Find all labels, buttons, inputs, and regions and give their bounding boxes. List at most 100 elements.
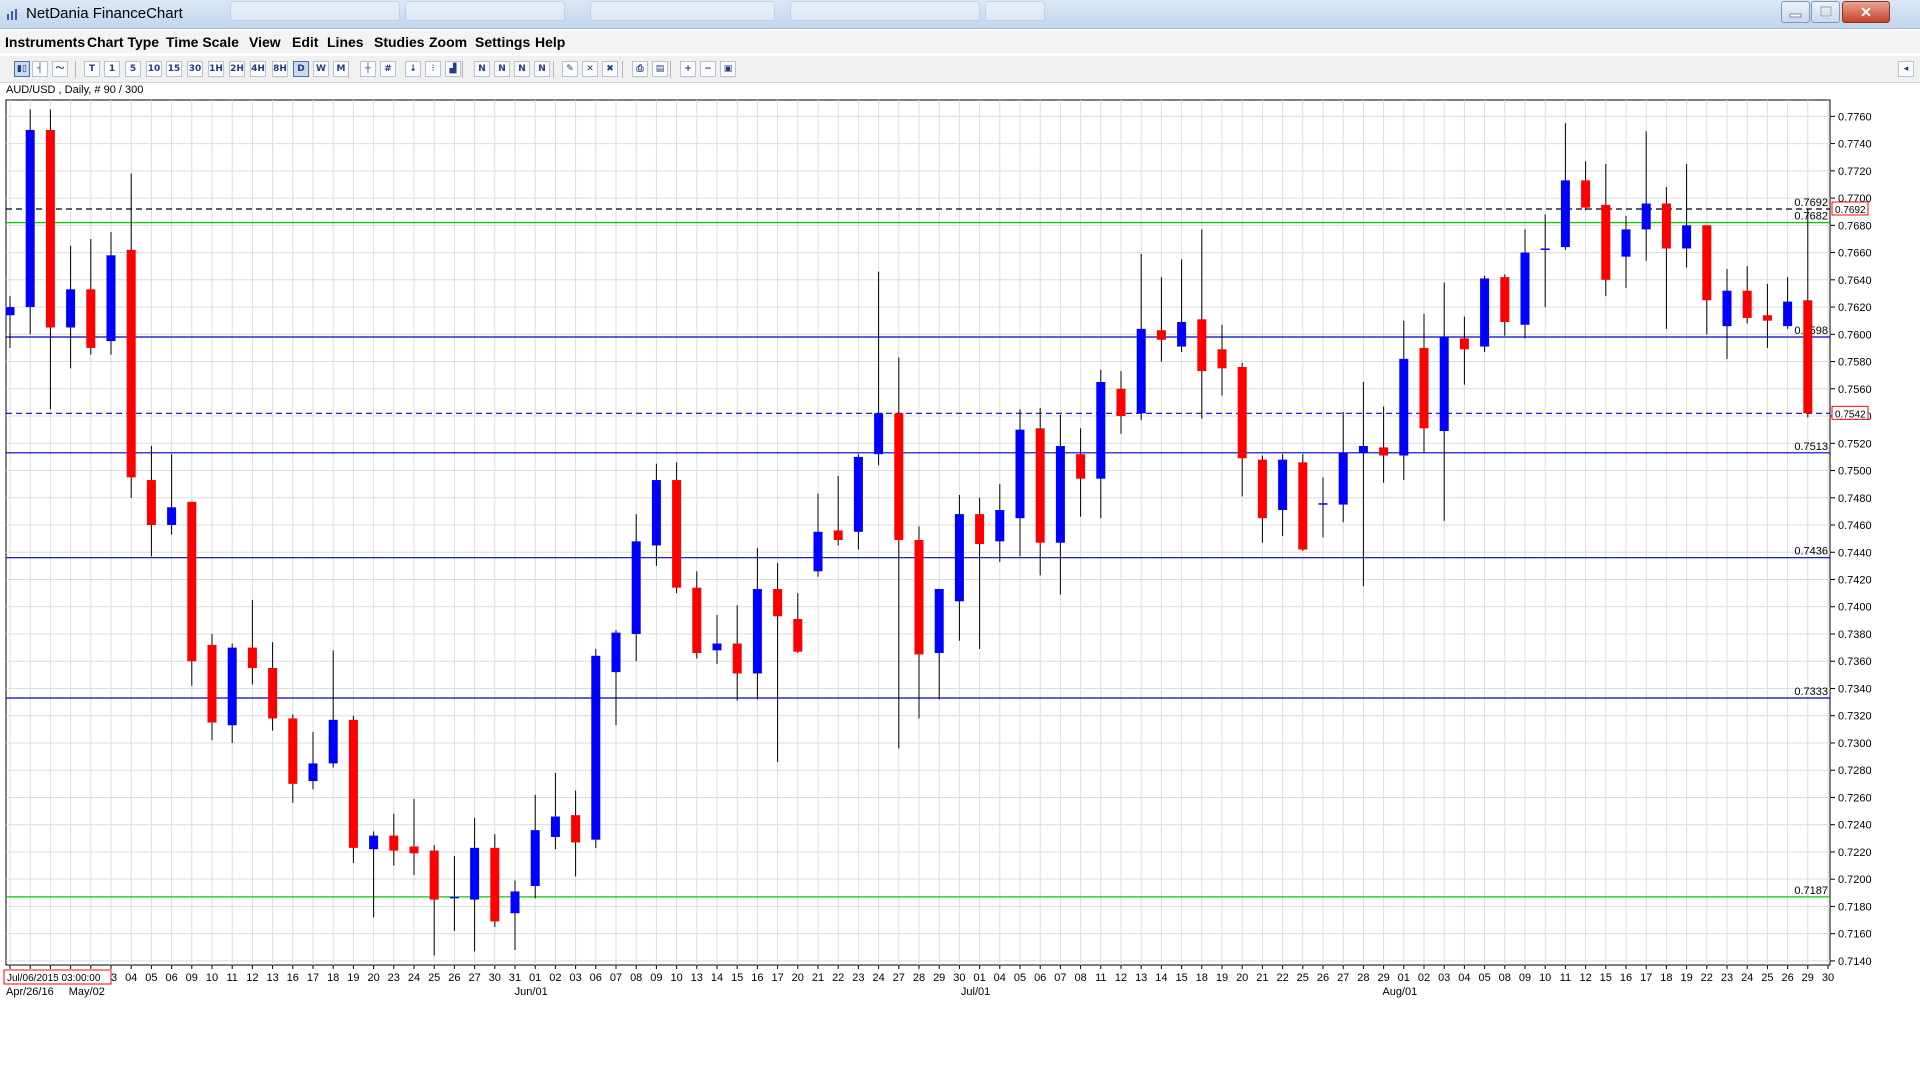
x-tick-label: 13 [691,972,703,984]
candle-down [1803,300,1813,414]
x-tick-label: 24 [408,972,420,984]
x-tick-label: 03 [1438,972,1450,984]
x-tick-label: 22 [1701,972,1713,984]
x-tick-label: 11 [1560,972,1571,984]
candle-up [1621,229,1631,257]
candle-down [1500,277,1510,323]
candle-down [833,530,843,540]
y-tick-label: 0.7660 [1838,248,1872,260]
x-tick-label: 04 [1458,972,1470,984]
candle-down [1742,290,1752,318]
candle-up [1136,328,1146,414]
candle-up [470,847,480,900]
candle-down [571,815,581,843]
y-tick-label: 0.7640 [1838,275,1872,287]
candle-down [490,847,500,922]
x-tick-label: 08 [630,972,642,984]
candle-down [86,289,96,348]
level-label: 0.7436 [1794,546,1828,558]
x-tick-label: 19 [347,972,359,984]
x-tick-label: 19 [1680,972,1692,984]
candle-down [975,514,985,545]
x-tick-label: 09 [1519,972,1531,984]
x-tick-label: 04 [125,972,137,984]
candle-up [1439,337,1449,432]
candle-down [1661,203,1671,249]
price-tag-label: 0.7692 [1835,205,1866,216]
y-tick-label: 0.7260 [1838,792,1872,804]
candle-up [1480,278,1490,347]
level-label: 0.7682 [1794,211,1828,223]
candle-down [1459,338,1469,350]
candle-up [1278,459,1288,511]
level-label: 0.7692 [1794,197,1828,209]
x-tick-label: 15 [1175,972,1187,984]
y-tick-label: 0.7720 [1838,166,1872,178]
y-tick-label: 0.7360 [1838,656,1872,668]
x-month-label: Jun/01 [515,986,548,998]
candle-down [692,587,702,654]
x-tick-label: 19 [1216,972,1228,984]
candle-down [409,846,419,854]
x-tick-label: 06 [1034,972,1046,984]
candle-down [1076,454,1086,479]
candle-down [1197,319,1207,372]
candle-up [1560,180,1570,248]
x-tick-label: 03 [569,972,581,984]
candle-down [1601,204,1611,280]
x-tick-label: 26 [1317,972,1329,984]
candle-up [1783,301,1793,327]
x-tick-label: 11 [226,972,237,984]
x-tick-label: 07 [1054,972,1066,984]
candle-down [1702,225,1712,301]
candle-down [126,249,136,478]
candle-up [308,763,318,782]
x-tick-label: 02 [1418,972,1430,984]
candle-down [45,129,55,328]
x-tick-label: 27 [893,972,905,984]
x-tick-label: 17 [771,972,783,984]
x-tick-label: 01 [529,972,541,984]
x-tick-label: 10 [206,972,218,984]
y-tick-label: 0.7740 [1838,139,1872,151]
candle-down [389,835,399,851]
candle-up [995,510,1005,542]
x-tick-label: 01 [1398,972,1410,984]
y-tick-label: 0.7500 [1838,466,1872,478]
candle-down [1035,428,1045,543]
x-tick-label: 15 [731,972,743,984]
candle-down [1237,366,1247,459]
candle-up [5,307,15,316]
x-tick-label: 26 [448,972,460,984]
x-tick-label: 13 [266,972,278,984]
y-tick-label: 0.7520 [1838,438,1872,450]
y-tick-label: 0.7300 [1838,738,1872,750]
y-tick-label: 0.7600 [1838,329,1872,341]
candle-up [550,816,560,837]
x-tick-label: 29 [1377,972,1389,984]
y-tick-label: 0.7580 [1838,357,1872,369]
plot-area[interactable] [5,99,1831,966]
y-tick-label: 0.7180 [1838,901,1872,913]
x-tick-label: 20 [792,972,804,984]
x-tick-label: 23 [1721,972,1733,984]
price-chart[interactable]: 0.77600.77400.77200.77000.76800.76600.76… [0,0,1920,1080]
candle-up [1722,290,1732,327]
x-tick-label: 02 [549,972,561,984]
candle-down [429,850,439,900]
x-tick-label: 28 [913,972,925,984]
x-tick-label: 23 [852,972,864,984]
y-tick-label: 0.7460 [1838,520,1872,532]
candle-down [146,480,156,526]
x-tick-label: 15 [1600,972,1612,984]
x-month-label: Apr/26/16 [6,986,54,998]
x-tick-label: 13 [1135,972,1147,984]
candle-up [510,891,520,914]
x-tick-label: 26 [1781,972,1793,984]
x-tick-label: 08 [1499,972,1511,984]
candle-down [1298,462,1308,550]
candle-up [934,589,944,654]
y-tick-label: 0.7160 [1838,929,1872,941]
y-tick-label: 0.7620 [1838,302,1872,314]
candle-up [752,589,762,674]
